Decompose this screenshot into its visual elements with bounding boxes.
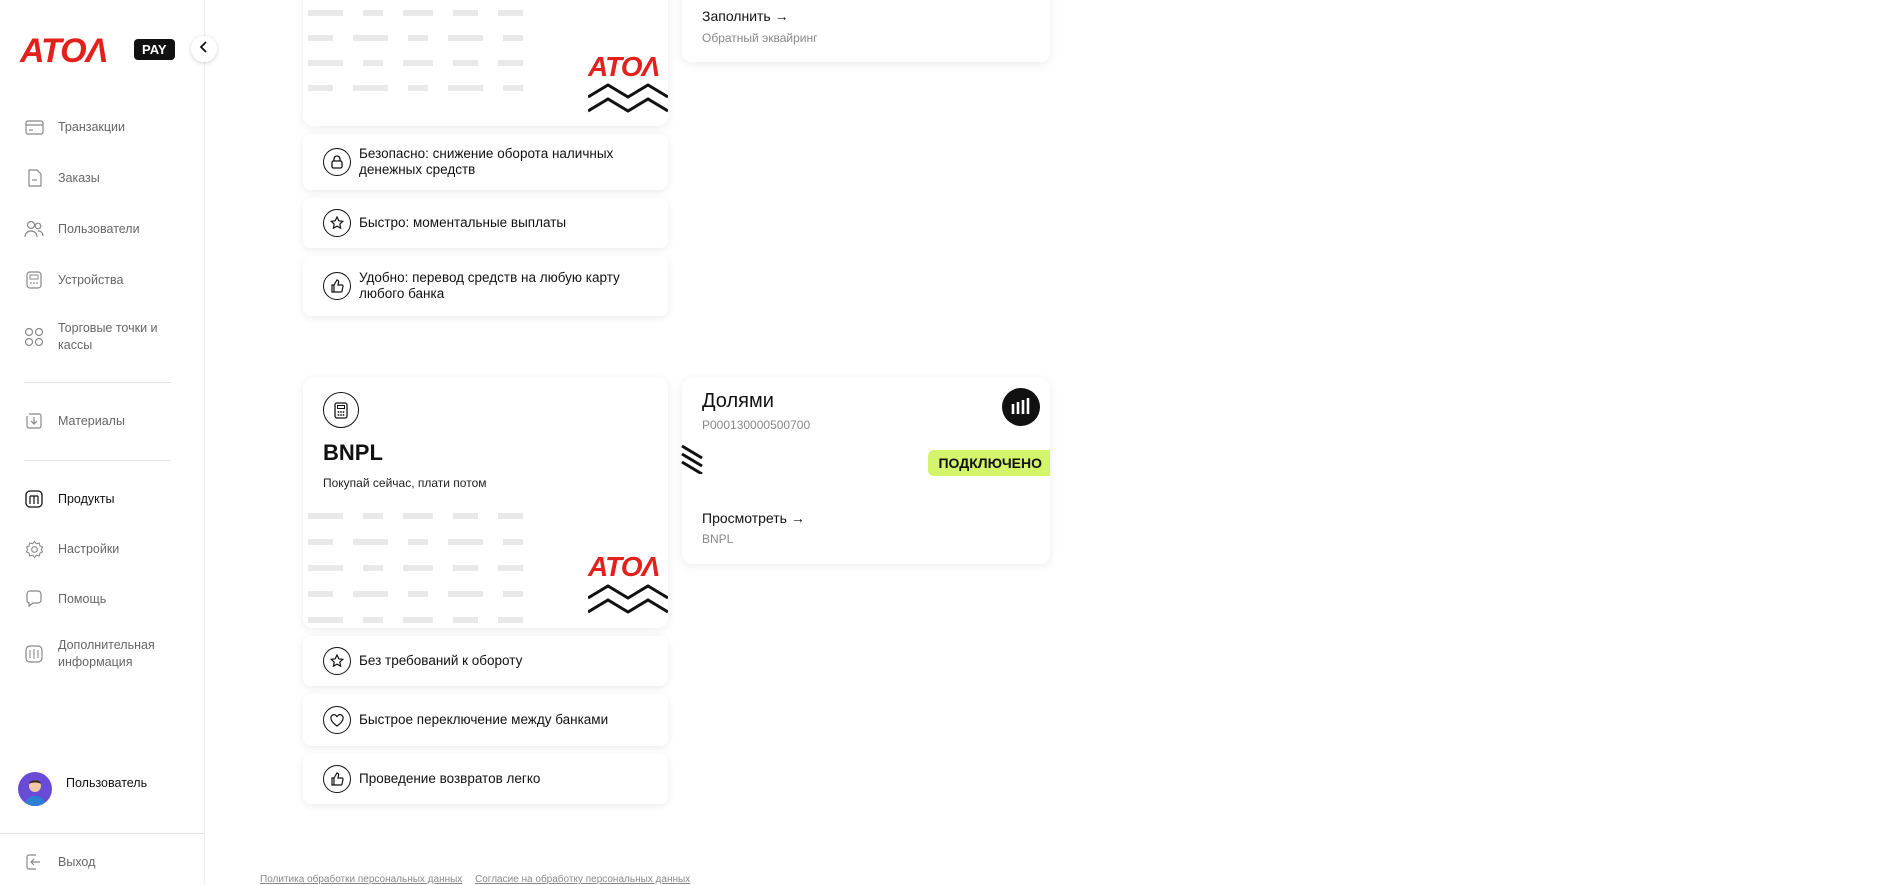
feature-item: Без требований к обороту (303, 636, 668, 686)
star-icon (323, 209, 351, 237)
sidebar-item-label: Устройства (58, 272, 124, 287)
feature-text: Безопасно: снижение оборота наличных ден… (359, 146, 614, 177)
view-link[interactable]: Просмотреть → (702, 510, 805, 526)
feature-text: Быстро: моментальные выплаты (359, 215, 567, 230)
products-icon (24, 489, 44, 509)
feature-item: Проведение возвратов легко (303, 754, 668, 804)
sidebar-item-devices[interactable]: Устройства (24, 270, 168, 290)
feature-item: Удобно: перевод средств на любую карту л… (303, 256, 668, 316)
logout-label: Выход (58, 854, 96, 869)
document-icon (24, 168, 44, 188)
atol-logo[interactable]: ATOΛ (20, 32, 108, 70)
atol-logo-small: ATOΛ (588, 551, 660, 582)
collapse-sidebar-button[interactable] (191, 36, 217, 62)
sidebar-item-materials[interactable]: Материалы (24, 411, 168, 431)
chevrons-decoration (587, 584, 668, 623)
partner-card-dolyami[interactable]: Долями P000130000500700 ПОДКЛЮЧЕНО Просм… (682, 378, 1050, 564)
sidebar: ATOΛ PAY Транзакции Заказы Пользователи … (0, 0, 205, 885)
pay-badge: PAY (134, 39, 175, 60)
logout-icon (24, 852, 44, 872)
consent-link[interactable]: Согласие на обработку персональных данны… (475, 874, 690, 885)
stripes-decoration (681, 444, 703, 479)
partner-id: P000130000500700 (702, 418, 811, 432)
feature-item: Безопасно: снижение оборота наличных ден… (303, 134, 668, 190)
product-title: BNPL (323, 440, 383, 465)
product-subtitle: Покупай сейчас, плати потом (323, 476, 487, 490)
sidebar-item-label: Продукты (58, 491, 115, 506)
divider (24, 382, 171, 383)
terminal-icon (24, 270, 44, 290)
brand-pattern (303, 508, 533, 628)
thumbs-up-icon (323, 765, 351, 793)
sidebar-item-label: Дополнительная информация (58, 638, 155, 669)
sidebar-item-stores[interactable]: Торговые точки и кассы (24, 320, 168, 354)
feature-text: Проведение возвратов легко (359, 771, 541, 786)
sidebar-item-products[interactable]: Продукты (24, 489, 168, 509)
chevrons-decoration (587, 83, 668, 122)
privacy-policy-link[interactable]: Политика обработки персональных данных (260, 874, 462, 885)
card-icon (24, 117, 44, 137)
logout-button[interactable]: Выход (24, 852, 168, 872)
feature-item: Быстрое переключение между банками (303, 694, 668, 746)
sidebar-item-label: Настройки (58, 541, 120, 556)
status-badge: ПОДКЛЮЧЕНО (928, 450, 1050, 476)
thumbs-up-icon (323, 272, 351, 300)
sidebar-item-label: Пользователи (58, 221, 140, 236)
sidebar-item-info[interactable]: Дополнительная информация (24, 637, 168, 671)
download-icon (24, 411, 44, 431)
sidebar-item-settings[interactable]: Настройки (24, 539, 168, 559)
sidebar-item-orders[interactable]: Заказы (24, 168, 168, 188)
feature-text: Без требований к обороту (359, 653, 523, 668)
sidebar-item-label: Помощь (58, 591, 107, 606)
users-icon (24, 219, 44, 239)
chat-icon (24, 589, 44, 609)
sidebar-item-label: Торговые точки и кассы (58, 321, 158, 352)
logo-text: ATOΛ (20, 32, 108, 70)
user-name: Пользователь (66, 776, 148, 790)
atol-logo-small: ATOΛ (588, 51, 660, 82)
product-card-bnpl: BNPL Покупай сейчас, плати потом ATOΛ (303, 378, 668, 628)
gear-icon (24, 539, 44, 559)
calculator-icon (323, 392, 359, 428)
star-icon (323, 647, 351, 675)
feature-text: Быстрое переключение между банками (359, 712, 609, 727)
lock-icon (323, 148, 351, 176)
partner-name: Долями (702, 390, 774, 412)
heart-icon (323, 706, 351, 734)
book-icon (24, 644, 44, 664)
sidebar-item-help[interactable]: Помощь (24, 589, 168, 609)
card-subtitle: Обратный эквайринг (702, 31, 818, 45)
sidebar-item-transactions[interactable]: Транзакции (24, 117, 168, 137)
divider (24, 460, 171, 461)
dolyami-logo-icon (1002, 388, 1040, 426)
brand-pattern (303, 8, 533, 113)
avatar (18, 772, 52, 806)
sidebar-item-label: Транзакции (58, 119, 126, 134)
product-card-reverse-acquiring: ATOΛ (303, 0, 668, 126)
feature-item: Быстро: моментальные выплаты (303, 198, 668, 248)
divider (0, 833, 204, 834)
sidebar-item-label: Заказы (58, 170, 100, 185)
sidebar-item-label: Материалы (58, 413, 125, 428)
chevron-left-icon (199, 40, 209, 58)
stores-icon (24, 327, 44, 347)
fill-form-link[interactable]: Заполнить → (702, 8, 789, 24)
reverse-acquiring-form-card: Заполнить → Обратный эквайринг (682, 0, 1050, 62)
user-profile[interactable]: Пользователь (18, 772, 147, 806)
sidebar-item-users[interactable]: Пользователи (24, 219, 168, 239)
feature-text: Удобно: перевод средств на любую карту л… (359, 270, 620, 301)
link-subtitle: BNPL (702, 532, 734, 546)
